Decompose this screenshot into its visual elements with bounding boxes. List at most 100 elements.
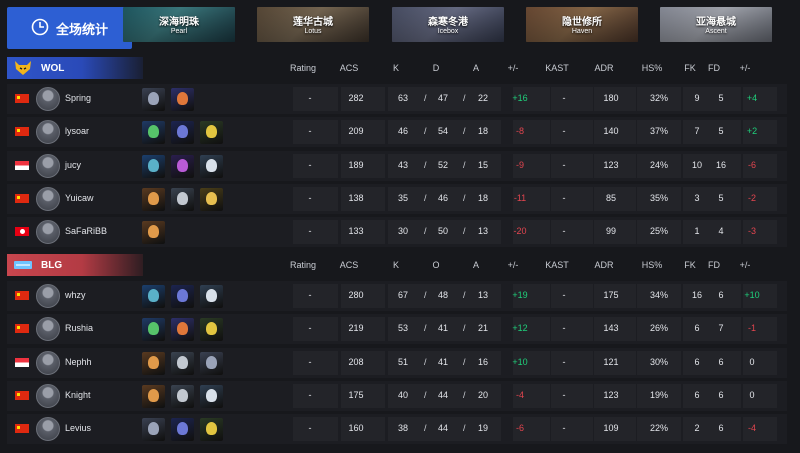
overall-stats-button[interactable]: 全场统计 [7,7,132,49]
player-name[interactable]: lysoar [65,126,89,136]
player-row[interactable]: lysoar -209 46 54 18 -8-140 37% 7 5 +2// [7,117,793,148]
agent-harbor-icon [142,154,165,178]
map-tab-icebox[interactable]: 森寒冬港 Icebox [392,7,504,42]
player-name[interactable]: Spring [65,93,91,103]
kda-separator: / [463,226,466,237]
kda-separator: / [424,323,427,334]
player-name[interactable]: Nephh [65,357,92,367]
map-name-cn: 深海明珠 [159,17,199,28]
map-tab-haven[interactable]: 隐世修所 Haven [526,7,638,42]
player-row[interactable]: SaFaRiBB -133 30 50 13 -20-99 25% 1 4 -3// [7,217,793,248]
stat-adr: 175 [603,290,619,300]
player-name[interactable]: SaFaRiBB [65,226,107,236]
agent-viper-icon [142,318,165,342]
stat-fpm: -3 [747,226,756,237]
agent-breach-icon [142,351,165,375]
kda-separator: / [424,423,427,434]
column-header-3: D [432,63,440,73]
map-name-cn: 隐世修所 [562,17,602,28]
map-tab-ascent[interactable]: 亚海悬城 Ascent [660,7,772,42]
map-tab-lotus[interactable]: 莲华古城 Lotus [257,7,369,42]
stat-a: 21 [477,323,488,334]
player-name[interactable]: Knight [65,390,91,400]
player-name[interactable]: jucy [65,160,81,170]
stat-k: 40 [397,389,408,400]
agent-phoenix-icon [171,88,194,111]
country-flag-icon [15,227,29,237]
stat-kast: - [562,323,566,334]
map-tab-pearl[interactable]: 深海明珠 Pearl [123,7,235,42]
stat-d: 41 [437,356,448,367]
player-row[interactable]: Levius -160 38 44 19 -6-109 22% 2 6 -4// [7,414,793,445]
country-flag-icon [15,357,29,367]
stat-pm: -20 [513,226,527,237]
map-name-en: Pearl [170,28,188,35]
map-name-en: Haven [571,28,593,35]
player-row[interactable]: Nephh -208 51 41 16 +10-121 30% 6 6 0// [7,347,793,378]
stat-rating: - [308,192,312,203]
player-name[interactable]: Levius [65,423,91,433]
stat-a: 18 [477,192,488,203]
stat-acs: 133 [348,226,364,237]
column-header-1: ACS [339,63,359,73]
agent-kayo-icon [200,351,223,375]
agent-breach-icon [142,384,165,408]
player-row[interactable]: Rushia -219 53 41 21 +12-143 26% 6 7 -1// [7,314,793,345]
stat-k: 63 [397,93,408,103]
stat-pm: -11 [513,192,527,203]
stat-rating: - [308,126,312,137]
stat-d: 47 [437,93,448,103]
player-row[interactable]: jucy -189 43 52 15 -9-123 24% 10 16 -6// [7,150,793,181]
stat-kast: - [562,389,566,400]
stat-k: 38 [397,423,408,434]
column-header-6: KAST [545,63,569,73]
player-avatar [36,220,60,245]
stat-acs: 189 [348,159,364,170]
map-selector-bar: 全场统计 深海明珠 Pearl 莲华古城 Lotus 森寒冬港 Icebox 隐… [0,0,800,56]
stat-kast: - [562,356,566,367]
stat-adr: 85 [605,192,616,203]
team-name: BLG [41,259,63,271]
stat-pm: +19 [512,290,528,300]
stat-k: 35 [397,192,408,203]
column-header-0: Rating [289,63,316,73]
agent-harbor-icon [142,285,165,308]
stat-adr: 109 [603,423,619,434]
stat-hs: 37% [649,126,668,137]
stat-d: 41 [437,323,448,334]
player-name[interactable]: Yuicaw [65,193,94,203]
kda-separator: / [463,423,466,434]
player-name[interactable]: whzy [65,290,86,300]
stat-d: 46 [437,192,448,203]
stat-a: 22 [477,93,488,103]
stat-k: 53 [397,323,408,334]
stat-acs: 175 [348,389,364,400]
column-header-4: A [472,63,479,73]
player-name[interactable]: Rushia [65,323,93,333]
kda-separator: / [424,159,427,170]
stat-pm: -6 [515,423,524,434]
player-row[interactable]: Knight -175 40 44 20 -4-123 19% 6 6 0// [7,380,793,411]
stat-kast: - [562,423,566,434]
stat-adr: 121 [603,356,619,367]
player-row[interactable]: Yuicaw -138 35 46 18 -11-85 35% 3 5 -2// [7,183,793,214]
kda-separator: / [463,290,466,300]
stat-a: 13 [477,290,488,300]
stat-fd: 6 [718,356,724,367]
stat-adr: 180 [603,93,619,103]
player-avatar [36,186,60,211]
country-flag-icon [15,94,29,103]
player-avatar [36,153,60,178]
stat-fd: 6 [718,389,724,400]
kda-separator: / [424,192,427,203]
player-row[interactable]: whzy -280 67 48 13 +19-175 34% 16 6 +10// [7,281,793,311]
agent-viper-icon [142,121,165,145]
stat-k: 51 [397,356,408,367]
player-avatar [36,87,60,111]
stat-adr: 123 [603,389,619,400]
stat-rating: - [308,323,312,334]
stat-rating: - [308,423,312,434]
stat-acs: 282 [348,93,364,103]
player-row[interactable]: Spring -282 63 47 22 +16-180 32% 9 5 +4// [7,84,793,114]
column-header-7: ADR [594,260,614,270]
